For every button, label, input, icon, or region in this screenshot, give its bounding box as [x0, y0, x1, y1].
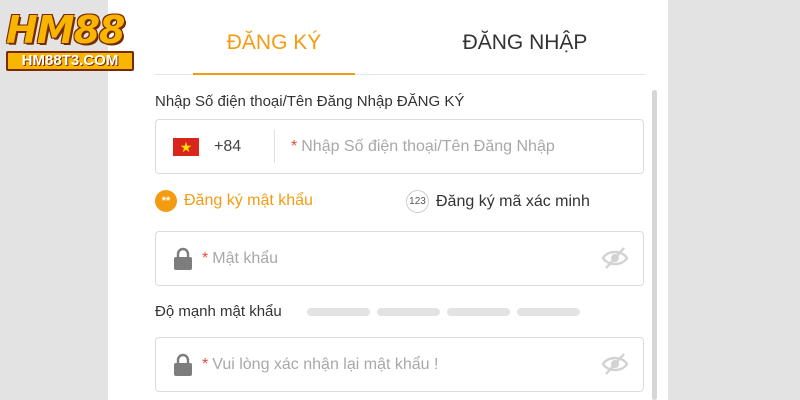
eye-slash-icon[interactable] [601, 246, 629, 270]
phone-username-placeholder: Nhập Số điện thoại/Tên Đăng Nhập [301, 138, 555, 155]
confirm-password-input[interactable]: * Vui lòng xác nhận lại mật khẩu ! [202, 338, 438, 391]
register-by-code-label: Đăng ký mã xác minh [436, 192, 590, 210]
register-by-code-option[interactable]: 123 Đăng ký mã xác minh [406, 190, 590, 213]
vietnam-flag-icon[interactable]: ★ [173, 138, 199, 156]
password-input[interactable]: * Mật khẩu [202, 232, 278, 285]
confirm-password-placeholder: Vui lòng xác nhận lại mật khẩu ! [212, 356, 439, 373]
password-strength-label: Độ mạnh mật khẩu [155, 303, 282, 320]
eye-slash-icon[interactable] [601, 352, 629, 376]
register-by-password-option[interactable]: ** Đăng ký mật khẩu [155, 190, 313, 212]
password-field[interactable]: * Mật khẩu [155, 231, 644, 286]
field-divider [274, 130, 275, 163]
country-code[interactable]: +84 [214, 120, 241, 173]
password-placeholder: Mật khẩu [212, 250, 279, 267]
strength-segment [447, 308, 510, 316]
password-dots-icon: ** [155, 190, 177, 212]
lock-icon [174, 247, 192, 270]
phone-username-field[interactable]: ★ +84 * Nhập Số điện thoại/Tên Đăng Nhập [155, 119, 644, 174]
logo-wordmark: HM88 [6, 8, 126, 52]
brand-logo: HM88 HM88T3.COM [6, 10, 140, 71]
tab-register[interactable]: ĐĂNG KÝ [193, 0, 355, 75]
logo-domain: HM88T3.COM [6, 51, 134, 71]
required-mark: * [291, 138, 298, 155]
auth-tabs: ĐĂNG KÝ ĐĂNG NHẬP [155, 0, 645, 75]
register-by-password-label: Đăng ký mật khẩu [184, 192, 313, 209]
tab-login[interactable]: ĐĂNG NHẬP [445, 0, 605, 75]
strength-segment [517, 308, 580, 316]
lock-icon [174, 353, 192, 376]
confirm-password-field[interactable]: * Vui lòng xác nhận lại mật khẩu ! [155, 337, 644, 392]
panel-scrollbar[interactable] [652, 90, 657, 400]
required-mark: * [202, 356, 209, 373]
account-label: Nhập Số điện thoại/Tên Đăng Nhập ĐĂNG KÝ [155, 93, 465, 110]
strength-segment [377, 308, 440, 316]
required-mark: * [202, 250, 209, 267]
strength-segment [307, 308, 370, 316]
code-123-icon: 123 [406, 190, 429, 213]
phone-username-input[interactable]: * Nhập Số điện thoại/Tên Đăng Nhập [291, 120, 555, 173]
